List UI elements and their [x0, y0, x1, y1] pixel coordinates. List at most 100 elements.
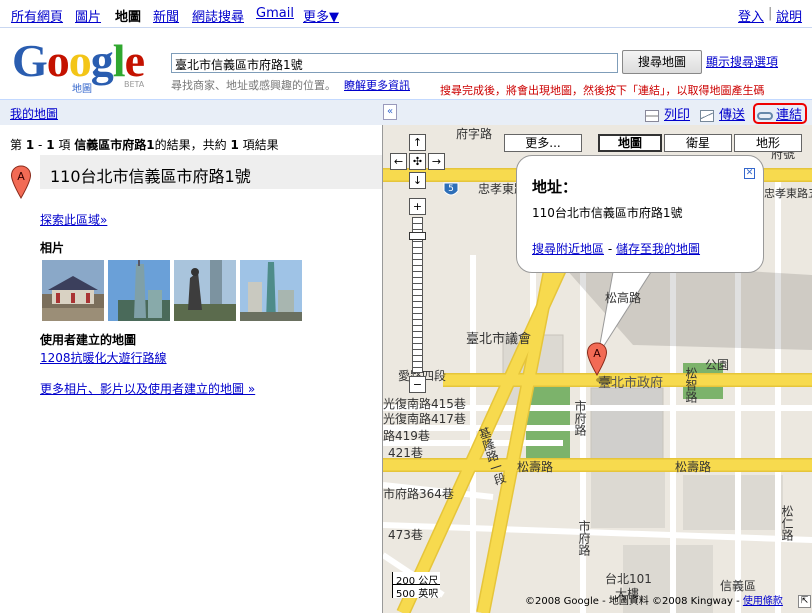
- map-label-top1: 府字路: [456, 127, 493, 141]
- nav-gmail[interactable]: Gmail: [256, 6, 294, 21]
- nav-images[interactable]: 圖片: [75, 6, 101, 25]
- results-panel: 第 1 - 1 項 信義區市府路1的結果，共約 1 項結果 110台北市信義區市…: [0, 125, 382, 613]
- map-marker-icon[interactable]: A: [586, 342, 612, 386]
- info-window-title: 地址：: [532, 178, 578, 196]
- map-label-guangfu417: 光復南路417巷: [383, 412, 466, 426]
- print-button[interactable]: 列印: [645, 104, 690, 123]
- info-window: ✕ 地址： 110台北市信義區市府路1號 搜尋附近地區 - 儲存至我的地圖: [516, 155, 764, 273]
- info-links-dash: -: [607, 242, 613, 256]
- summary-total: 1: [230, 138, 239, 152]
- route-shield-number: 5: [448, 184, 454, 194]
- search-hint-text: 尋找商家、地址或感興趣的位置。: [171, 79, 336, 92]
- nav-all-web[interactable]: 所有網頁: [11, 6, 63, 25]
- summary-suffix: 項結果: [242, 138, 279, 152]
- map-label-lane364: 市府路364巷: [383, 487, 454, 501]
- user-map-link[interactable]: 1208抗暖化大遊行路線: [40, 349, 167, 366]
- save-to-my-maps-link[interactable]: 儲存至我的地圖: [616, 242, 700, 256]
- explore-area-link[interactable]: 探索此區域»: [40, 211, 107, 228]
- photo-thumbnail-skyline[interactable]: [240, 260, 302, 321]
- my-maps-link[interactable]: 我的地圖: [10, 105, 58, 122]
- summary-prefix: 第: [10, 138, 23, 152]
- search-maps-button[interactable]: 搜尋地圖: [622, 50, 702, 74]
- pan-right-button[interactable]: →: [428, 153, 445, 170]
- search-options-link[interactable]: 顯示搜尋選項: [706, 53, 778, 70]
- result-marker-icon[interactable]: A: [10, 165, 32, 199]
- map-label-shifu2: 市府路: [577, 520, 591, 556]
- search-input[interactable]: 臺北市信義區市府路1號: [171, 53, 618, 73]
- summary-query: 信義區市府路1: [74, 138, 155, 152]
- range-end: 1: [46, 138, 55, 152]
- nav-separator: |: [768, 6, 773, 21]
- user-maps-heading: 使用者建立的地圖: [40, 333, 137, 347]
- map-label-park: 公園: [705, 358, 730, 372]
- results-summary: 第 1 - 1 項 信義區市府路1的結果，共約 1 項結果: [10, 136, 279, 153]
- close-icon[interactable]: ✕: [744, 168, 755, 179]
- photo-thumbnail-memorial-hall[interactable]: [42, 260, 104, 321]
- map-type-satellite-button[interactable]: 衛星: [664, 134, 732, 152]
- result-title[interactable]: 110台北市信義區市府路1號: [50, 163, 251, 187]
- nav-divider: [0, 27, 812, 28]
- nav-news[interactable]: 新聞: [153, 6, 179, 25]
- copyright-text: ©2008 Google - 地圖資料 ©2008 Kingway -: [525, 596, 743, 607]
- collapse-panel-button[interactable]: «: [383, 104, 397, 120]
- map-label-lane473: 473巷: [388, 528, 423, 542]
- pan-up-button[interactable]: ↑: [409, 134, 426, 151]
- photos-heading: 相片: [40, 241, 65, 255]
- learn-more-link[interactable]: 瞭解更多資訊: [344, 79, 410, 92]
- nav-more[interactable]: 更多▼: [303, 6, 339, 25]
- logo-wordmark: Google: [12, 35, 145, 86]
- info-window-address: 110台北市信義區市府路1號: [532, 206, 683, 220]
- pan-down-button[interactable]: ↓: [409, 172, 426, 189]
- help-link[interactable]: 說明: [776, 6, 802, 25]
- search-nearby-link[interactable]: 搜尋附近地區: [532, 242, 604, 256]
- summary-mid: 項: [58, 138, 71, 152]
- send-button[interactable]: 傳送: [700, 104, 745, 123]
- map-label-council: 臺北市議會: [466, 332, 532, 347]
- zoom-in-button[interactable]: +: [409, 198, 426, 215]
- resize-corner-icon[interactable]: ⇱: [798, 595, 811, 608]
- map-marker-letter: A: [593, 347, 601, 360]
- link-highlight-annotation: [753, 103, 807, 124]
- signin-link[interactable]: 登入: [738, 6, 764, 25]
- send-label: 傳送: [719, 108, 746, 123]
- result-item[interactable]: 110台北市信義區市府路1號: [40, 155, 382, 189]
- range-dash: -: [38, 138, 43, 152]
- print-label: 列印: [664, 108, 691, 123]
- map-scale: 200 公尺 500 英呎: [392, 572, 440, 600]
- pan-center-button[interactable]: ✣: [409, 153, 426, 170]
- more-media-link[interactable]: 更多相片、影片以及使用者建立的地圖 »: [40, 380, 255, 397]
- zoom-slider-handle[interactable]: [409, 232, 426, 240]
- google-maps-logo[interactable]: Google 地圖 BETA: [12, 35, 160, 96]
- map-copyright: ©2008 Google - 地圖資料 ©2008 Kingway - 使用條款: [525, 592, 783, 607]
- logo-subtitle: 地圖: [72, 84, 92, 95]
- terms-link[interactable]: 使用條款: [743, 596, 783, 607]
- summary-of: 的結果，共約: [154, 138, 227, 152]
- top-navigation: 所有網頁 圖片 地圖 新聞 網誌搜尋 Gmail 更多▼ 登入 | 說明: [0, 0, 812, 28]
- map-type-map-button[interactable]: 地圖: [598, 134, 662, 152]
- nav-maps: 地圖: [115, 10, 142, 25]
- map-type-terrain-button[interactable]: 地形: [734, 134, 802, 152]
- zoom-out-button[interactable]: −: [409, 376, 426, 393]
- map-canvas[interactable]: 5 忠孝東路 臺北市忠孝東路五段 府字路 府號 臺北市議會 臺北市政府 松高路 …: [382, 125, 812, 613]
- map-label-shifu: 市府路: [573, 400, 587, 436]
- nav-blog-search[interactable]: 網誌搜尋: [192, 6, 244, 25]
- map-label-songshou: 松壽路: [517, 460, 554, 474]
- printer-icon: [645, 109, 659, 122]
- map-label-lane419: 路419巷: [383, 429, 430, 443]
- map-type-more-button[interactable]: 更多...: [504, 134, 582, 152]
- map-label-lane421: 421巷: [388, 446, 423, 460]
- photo-thumbnail-taipei101[interactable]: [108, 260, 170, 321]
- map-label-songshou2: 松壽路: [675, 460, 712, 474]
- pan-left-button[interactable]: ←: [390, 153, 407, 170]
- scale-metric: 200 公尺: [392, 572, 440, 587]
- scale-imperial: 500 英呎: [392, 585, 440, 600]
- info-window-links: 搜尋附近地區 - 儲存至我的地圖: [532, 240, 700, 257]
- range-start: 1: [25, 138, 35, 152]
- envelope-icon: [700, 109, 714, 122]
- photo-thumbnail-statue[interactable]: [174, 260, 236, 321]
- result-marker-letter: A: [17, 170, 25, 183]
- search-hint: 尋找商家、地址或感興趣的位置。 瞭解更多資訊: [171, 77, 410, 93]
- map-label-songgao: 松高路: [605, 291, 642, 305]
- zoom-slider-track[interactable]: [412, 217, 423, 373]
- map-label-songren: 松仁路: [780, 505, 794, 541]
